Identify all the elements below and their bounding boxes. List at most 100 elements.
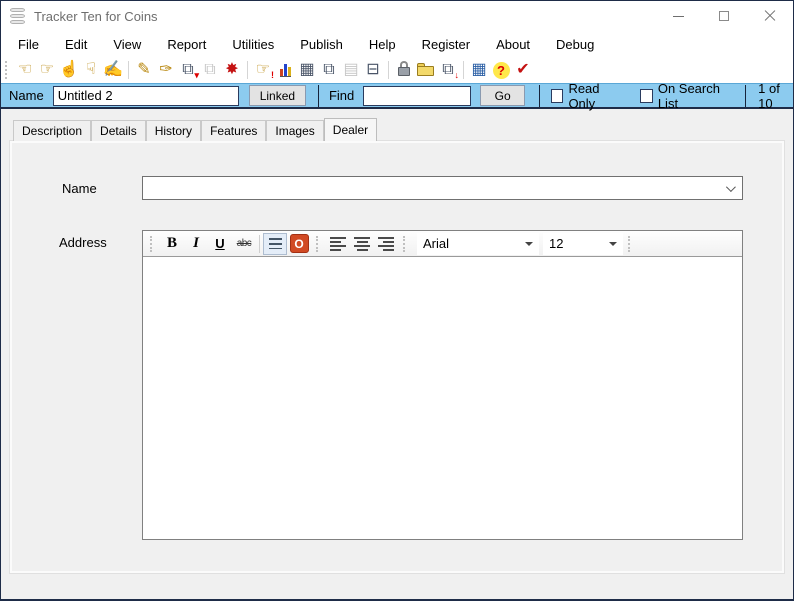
- delete-record-icon[interactable]: ✸: [221, 59, 243, 81]
- font-family-value: Arial: [423, 236, 450, 251]
- window-title: Tracker Ten for Coins: [34, 8, 158, 24]
- chevron-down-icon: [725, 182, 736, 193]
- export-icon[interactable]: ⧉ ↓: [437, 59, 459, 81]
- minimize-button[interactable]: [655, 1, 701, 31]
- menu-debug[interactable]: Debug: [543, 33, 607, 56]
- chart-bars: [279, 63, 291, 77]
- find-input[interactable]: [363, 85, 472, 106]
- record-bar-separator: [539, 84, 540, 107]
- first-record-icon[interactable]: ☝: [58, 59, 80, 81]
- menu-file[interactable]: File: [5, 33, 52, 56]
- next-record-icon[interactable]: ☞: [36, 59, 58, 81]
- menu-publish[interactable]: Publish: [287, 33, 356, 56]
- tab-description[interactable]: Description: [13, 120, 92, 141]
- maximize-button[interactable]: [701, 1, 747, 31]
- dealer-name-combobox[interactable]: [142, 176, 743, 200]
- address-text-area[interactable]: [143, 257, 742, 539]
- export-badge: ↓: [454, 70, 460, 80]
- record-bar-separator: [318, 84, 319, 107]
- close-icon: [764, 10, 776, 22]
- previous-record-icon[interactable]: ☜: [14, 59, 36, 81]
- strikethrough-button[interactable]: abc: [232, 233, 256, 255]
- tab-features[interactable]: Features: [201, 120, 267, 141]
- align-right-button[interactable]: [374, 233, 398, 255]
- numbering-button[interactable]: O: [287, 233, 311, 255]
- menu-report[interactable]: Report: [154, 33, 219, 56]
- table-icon[interactable]: ▦: [296, 59, 318, 81]
- help-icon[interactable]: ?: [490, 59, 512, 81]
- toolbar-separator: [128, 61, 129, 79]
- tab-dealer[interactable]: Dealer: [323, 118, 378, 141]
- edit-record-icon[interactable]: ✑: [155, 59, 177, 81]
- menu-about[interactable]: About: [483, 33, 543, 56]
- menu-help[interactable]: Help: [356, 33, 409, 56]
- bold-button[interactable]: B: [160, 233, 184, 255]
- tab-images[interactable]: Images: [266, 120, 324, 141]
- numbering-icon: O: [289, 234, 309, 253]
- underline-button[interactable]: U: [208, 233, 232, 255]
- go-button[interactable]: Go: [480, 85, 526, 106]
- chevron-down-icon: [609, 241, 617, 246]
- save-record-glyph: ⧉: [182, 61, 194, 78]
- record-bar-separator: [745, 84, 747, 107]
- editor-toolbar-grip: [316, 235, 321, 252]
- editor-toolbar-grip: [150, 235, 155, 252]
- tab-history[interactable]: History: [145, 120, 202, 141]
- on-search-list-label: On Search List: [657, 80, 720, 111]
- align-center-icon: [354, 236, 370, 251]
- open-folder-icon[interactable]: [415, 59, 437, 81]
- toolbar-separator: [463, 61, 464, 79]
- print-icon[interactable]: ⊟: [362, 59, 384, 81]
- align-right-icon: [378, 236, 394, 251]
- align-left-icon: [330, 236, 346, 251]
- record-bar: Name Linked Find Go Read Only On Search …: [1, 80, 793, 111]
- editor-toolbar-grip: [403, 235, 408, 252]
- italic-button[interactable]: I: [184, 233, 208, 255]
- font-family-select[interactable]: Arial: [417, 232, 539, 255]
- select-record-icon[interactable]: ✍: [102, 59, 124, 81]
- save-record-icon[interactable]: ⧉ ▾: [177, 59, 199, 81]
- menu-view[interactable]: View: [100, 33, 154, 56]
- copies-icon[interactable]: ⧉: [318, 59, 340, 81]
- editor-toolbar: B I U abc O Arial 12: [143, 231, 742, 257]
- record-name-input[interactable]: [52, 85, 239, 106]
- lock-body: [398, 67, 410, 76]
- menu-utilities[interactable]: Utilities: [219, 33, 287, 56]
- tab-strip: Description Details History Features Ima…: [13, 118, 378, 141]
- bullet-list-icon: [268, 238, 282, 249]
- linked-button[interactable]: Linked: [248, 85, 307, 106]
- align-center-button[interactable]: [350, 233, 374, 255]
- align-left-button[interactable]: [326, 233, 350, 255]
- editor-separator: [259, 234, 260, 253]
- export-glyph: ⧉: [442, 61, 454, 78]
- confirm-icon[interactable]: ✔: [512, 59, 534, 81]
- film-icon[interactable]: ▤: [340, 59, 362, 81]
- lock-icon[interactable]: [393, 59, 415, 81]
- calculator-icon[interactable]: ▦: [468, 59, 490, 81]
- main-toolbar: ☜ ☞ ☝ ☟ ✍ ✎ ✑ ⧉ ▾ ⧉ ✸ ☞! ▦ ⧉ ▤ ⊟ ⧉ ↓ ▦ ? ✔: [1, 57, 793, 83]
- help-glyph: ?: [492, 61, 510, 79]
- address-rich-editor: B I U abc O Arial 12: [142, 230, 743, 540]
- read-only-checkbox[interactable]: [550, 88, 564, 103]
- copy-record-icon[interactable]: ⧉: [199, 59, 221, 81]
- find-record-icon[interactable]: ☞!: [252, 59, 274, 81]
- record-position: 1 of 10: [758, 80, 780, 111]
- editor-toolbar-grip: [628, 235, 633, 252]
- maximize-icon: [719, 11, 729, 21]
- title-bar: Tracker Ten for Coins: [1, 1, 793, 31]
- new-record-icon[interactable]: ✎: [133, 59, 155, 81]
- menu-bar: File Edit View Report Utilities Publish …: [1, 31, 793, 57]
- menu-edit[interactable]: Edit: [52, 33, 100, 56]
- on-search-list-checkbox[interactable]: [640, 88, 653, 103]
- minimize-icon: [672, 15, 684, 17]
- last-record-icon[interactable]: ☟: [80, 59, 102, 81]
- font-size-select[interactable]: 12: [543, 232, 623, 255]
- bullet-list-button[interactable]: [263, 232, 287, 255]
- chart-icon[interactable]: [274, 59, 296, 81]
- record-name-label: Name: [9, 88, 44, 103]
- font-size-value: 12: [549, 236, 564, 251]
- tab-details[interactable]: Details: [91, 120, 146, 141]
- app-window: Tracker Ten for Coins File Edit View Rep…: [0, 0, 794, 601]
- menu-register[interactable]: Register: [409, 33, 483, 56]
- close-button[interactable]: [747, 1, 793, 31]
